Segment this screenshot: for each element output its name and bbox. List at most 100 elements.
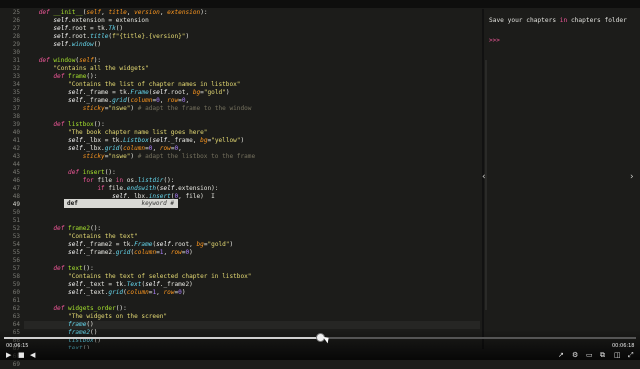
code-token: Text	[126, 281, 142, 288]
code-line[interactable]: self._frame.grid(column=0, row=0,	[24, 97, 480, 105]
code-token: "yellow"	[211, 137, 241, 144]
code-line[interactable]	[24, 217, 480, 225]
line-number: 39	[12, 121, 20, 128]
line-number: 62	[12, 305, 20, 312]
code-token: grid	[115, 249, 131, 256]
code-line[interactable]: "The widgets on the screen"	[24, 313, 480, 321]
code-line[interactable]: def frame():	[24, 73, 480, 81]
line-number: 31	[12, 57, 20, 64]
line-number: 41	[12, 137, 20, 144]
chevron-right-icon[interactable]: ›	[630, 172, 634, 182]
code-line[interactable]: self._frame2.grid(column=1, row=0)	[24, 249, 480, 257]
code-token: ():	[163, 177, 175, 184]
code-line[interactable]: self.extension = extension	[24, 17, 480, 25]
cast-icon[interactable]: ⧉	[600, 351, 605, 360]
code-token: self	[68, 145, 83, 152]
code-line[interactable]: "Contains the text of selected chapter i…	[24, 273, 480, 281]
code-line[interactable]: self._lbx.grid(column=0, row=0,	[24, 145, 480, 153]
code-line[interactable]: frame()	[24, 321, 480, 329]
code-line[interactable]	[24, 209, 480, 217]
code-line[interactable]	[24, 113, 480, 121]
line-number: 56	[12, 257, 20, 264]
code-line[interactable]: def text():	[24, 265, 480, 273]
fullscreen-icon[interactable]: ⤢	[628, 351, 634, 360]
code-token: ._frame2)	[159, 281, 193, 288]
code-token: window	[71, 41, 94, 48]
code-line[interactable]	[24, 161, 480, 169]
code-line[interactable]: self.root = tk.Tk()	[24, 25, 480, 33]
stop-icon[interactable]: ■	[18, 351, 25, 360]
repl-output-text: Save your chapters in chapters folder	[489, 17, 627, 24]
line-number: 33	[12, 73, 20, 80]
code-token: frame	[68, 321, 87, 328]
code-token: )	[189, 249, 193, 256]
code-line[interactable]: self.window()	[24, 41, 480, 49]
code-line[interactable]: self._frame2 = tk.Frame(self.root, bg="g…	[24, 241, 480, 249]
code-token: Tk	[108, 25, 116, 32]
volume-icon[interactable]: ◀	[30, 351, 35, 360]
play-icon[interactable]: ▶	[6, 351, 11, 360]
code-line[interactable]: self._text.grid(column=1, row=0)	[24, 289, 480, 297]
code-editor[interactable]: def __init__(self, title, version, exten…	[24, 9, 480, 349]
code-token: ()	[93, 41, 102, 48]
code-token: self	[68, 281, 83, 288]
code-token: "nswe"	[108, 105, 131, 112]
autocomplete-popup[interactable]: def keyword #	[64, 199, 178, 208]
code-token: title	[90, 33, 109, 40]
theater-icon[interactable]: ▭	[586, 351, 593, 360]
chevron-left-icon[interactable]: ‹	[482, 172, 486, 182]
code-token: row	[170, 249, 182, 256]
code-token: ():	[86, 73, 98, 80]
code-token: bg	[196, 241, 204, 248]
code-line[interactable]: def listbox():	[24, 121, 480, 129]
line-number: 57	[12, 265, 20, 272]
code-token: self	[68, 97, 83, 104]
autocomplete-hint: keyword #	[141, 200, 174, 207]
code-line[interactable]: def widgets_order():	[24, 305, 480, 313]
code-line[interactable]: sticky="nswe") # adapt the frame to the …	[24, 105, 480, 113]
code-line[interactable]: def frame2():	[24, 225, 480, 233]
code-token: column	[130, 97, 153, 104]
code-line[interactable]: self._lbx = tk.Listbox(self._frame, bg="…	[24, 137, 480, 145]
code-token: window	[53, 57, 76, 64]
repl-prompt[interactable]: >>>	[489, 37, 500, 44]
code-line[interactable]: sticky="nswe") # adapt the listbox to th…	[24, 153, 480, 161]
code-token: def	[68, 169, 80, 176]
repl-pane[interactable]: Save your chapters in chapters folder >>…	[487, 9, 640, 349]
line-number: 34	[12, 81, 20, 88]
code-token: for	[82, 177, 94, 184]
elapsed-time: 00:06:15	[6, 343, 29, 349]
code-line[interactable]: def __init__(self, title, version, exten…	[24, 9, 480, 17]
code-line[interactable]: self.root.title(f"{title}.{version}")	[24, 33, 480, 41]
code-line[interactable]: "Contains all the widgets"	[24, 65, 480, 73]
code-line[interactable]: for file in os.listdir():	[24, 177, 480, 185]
code-line[interactable]: if file.endswith(self.extension):	[24, 185, 480, 193]
code-token: bg	[200, 137, 208, 144]
code-token: insert	[82, 169, 105, 176]
code-token: row	[167, 97, 179, 104]
code-line[interactable]: self._frame = tk.Frame(self.root, bg="go…	[24, 89, 480, 97]
pip-icon[interactable]: ◫	[614, 351, 621, 360]
share-icon[interactable]: ↗	[558, 351, 564, 360]
code-line[interactable]: "Contains the list of chapter names in l…	[24, 81, 480, 89]
line-number: 50	[12, 209, 20, 216]
settings-icon[interactable]: ⚙	[572, 351, 578, 360]
code-line[interactable]: self._text = tk.Text(self._frame2)	[24, 281, 480, 289]
code-line[interactable]: "Contains the text"	[24, 233, 480, 241]
line-number: 35	[12, 89, 20, 96]
autocomplete-item[interactable]: def	[67, 199, 78, 208]
code-line[interactable]	[24, 297, 480, 305]
code-token: endswith	[126, 185, 157, 192]
line-number: 36	[12, 97, 20, 104]
code-line[interactable]: def window(self):	[24, 57, 480, 65]
code-line[interactable]	[24, 49, 480, 57]
code-token: f"{title}.{version}"	[112, 33, 186, 40]
code-line[interactable]: "The book chapter name list goes here"	[24, 129, 480, 137]
code-line[interactable]: def insert():	[24, 169, 480, 177]
code-token: Frame	[134, 241, 153, 248]
code-line[interactable]	[24, 257, 480, 265]
